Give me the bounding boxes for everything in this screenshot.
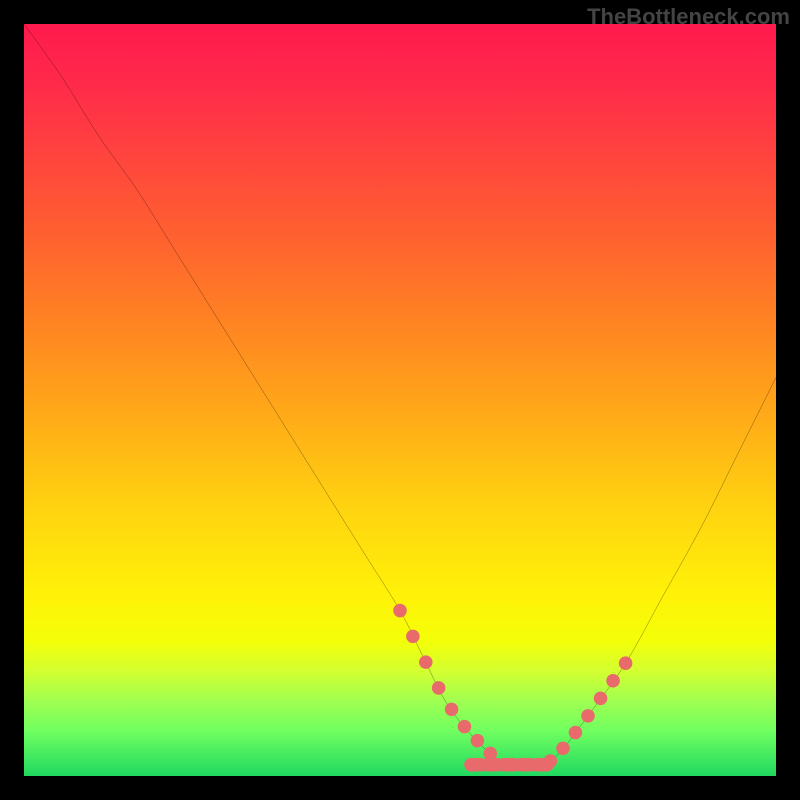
chart-plot-area: [24, 24, 776, 776]
bottleneck-curve: [24, 24, 776, 770]
chart-svg: [24, 24, 776, 776]
threshold-overlay: [393, 604, 632, 768]
